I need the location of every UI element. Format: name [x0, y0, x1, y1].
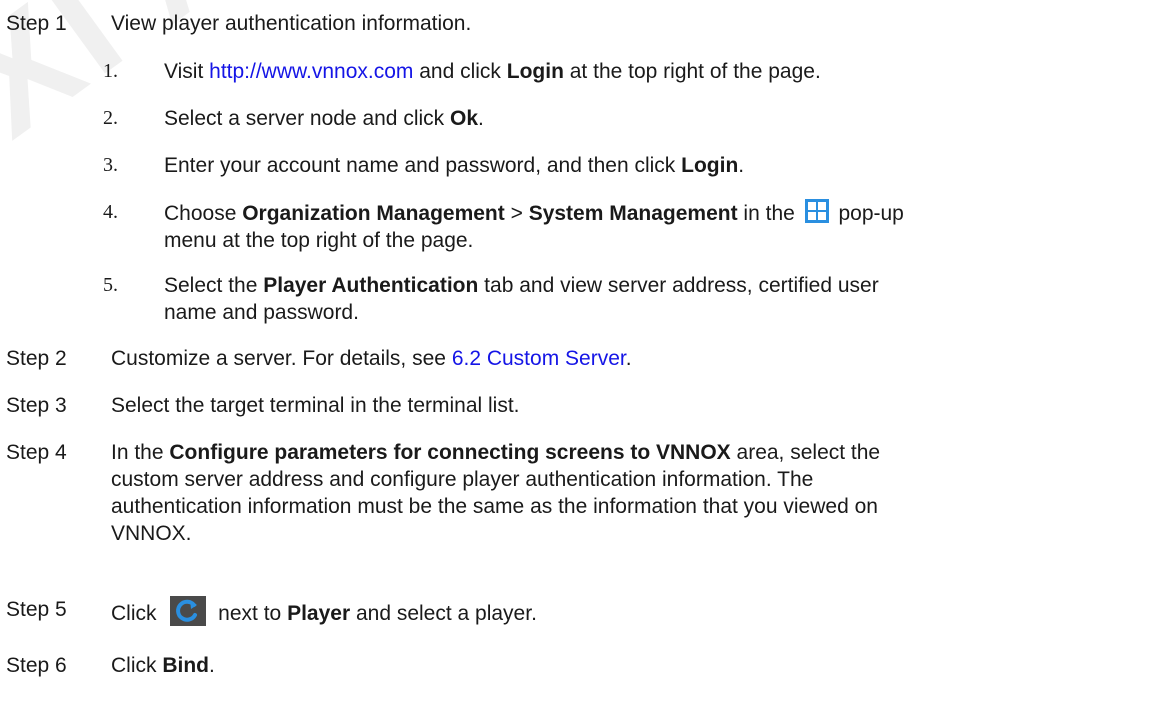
step-text: Customize a server. For details, see	[111, 347, 452, 370]
custom-server-link[interactable]: 6.2 Custom Server	[452, 347, 626, 370]
substep-number: 5.	[103, 274, 118, 296]
step-text: area, select the	[730, 441, 881, 464]
substep-text: Enter your account name and password, an…	[164, 154, 682, 177]
system-management-term: System Management	[528, 202, 738, 225]
login-term: Login	[506, 60, 564, 83]
step-text: and select a player.	[350, 602, 537, 625]
step-text: .	[209, 654, 215, 677]
substep-number: 1.	[103, 60, 118, 82]
player-authentication-term: Player Authentication	[263, 274, 479, 297]
substep-text: pop-up	[832, 202, 904, 225]
player-term: Player	[287, 602, 351, 625]
step-label: Step 4	[6, 441, 67, 464]
substep-text: .	[738, 154, 745, 177]
step-text: custom server address and configure play…	[111, 468, 814, 491]
substep-text: Select a server node and click	[164, 107, 450, 130]
step-text: Click	[111, 602, 163, 625]
separator: >	[504, 202, 529, 225]
substep-text: .	[478, 107, 484, 130]
step-text: In the	[111, 441, 170, 464]
step-label: Step 1	[6, 12, 67, 35]
substep-text: name and password.	[164, 301, 359, 324]
step-label: Step 2	[6, 347, 67, 370]
substep-text: in the	[737, 202, 801, 225]
organization-management-term: Organization Management	[242, 202, 505, 225]
step-text: .	[625, 347, 632, 370]
step-text: View player authentication information.	[111, 12, 472, 35]
configure-parameters-term: Configure parameters for connecting scre…	[169, 441, 731, 464]
substep-text: Select the	[164, 274, 264, 297]
grid-menu-icon	[804, 199, 829, 223]
substep-text: tab and view server address, certified u…	[478, 274, 879, 297]
substep-text: at the top right of the page.	[563, 60, 821, 83]
step-label: Step 3	[6, 394, 67, 417]
step-text: Select the target terminal in the termin…	[111, 394, 520, 417]
step-label: Step 6	[6, 654, 67, 677]
substep-text: Choose	[164, 202, 243, 225]
substep-number: 2.	[103, 107, 118, 129]
step-text: authentication information must be the s…	[111, 495, 878, 518]
step-text: Click	[111, 654, 163, 677]
substep-number: 3.	[103, 154, 118, 176]
substep-text: menu at the top right of the page.	[164, 229, 474, 252]
vnnox-link[interactable]: http://www.vnnox.com	[209, 60, 413, 83]
substep-text: and click	[413, 60, 507, 83]
substep-text: Visit	[164, 60, 210, 83]
bind-term: Bind	[162, 654, 209, 677]
refresh-icon	[170, 596, 207, 626]
login-term: Login	[681, 154, 739, 177]
ok-term: Ok	[449, 107, 478, 130]
step-text: VNNOX.	[111, 522, 192, 545]
step-text: next to	[212, 602, 288, 625]
step-label: Step 5	[6, 598, 67, 621]
substep-number: 4.	[103, 201, 118, 223]
